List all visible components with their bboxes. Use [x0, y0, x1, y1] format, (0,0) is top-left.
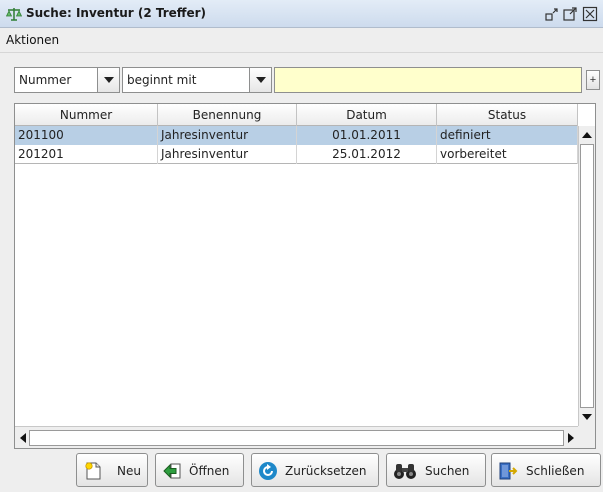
- arrow-up-icon: [582, 132, 592, 138]
- title-bar[interactable]: Suche: Inventur (2 Treffer): [0, 0, 603, 28]
- window-title: Suche: Inventur (2 Treffer): [26, 6, 207, 20]
- minimize-icon: [545, 8, 558, 21]
- maximize-icon: [563, 7, 577, 21]
- maximize-button[interactable]: [562, 6, 578, 22]
- chevron-down-icon: [104, 77, 114, 83]
- reset-button-label: Zurücksetzen: [285, 464, 367, 478]
- arrow-right-icon: [568, 433, 574, 443]
- menu-aktionen[interactable]: Aktionen: [6, 33, 59, 47]
- search-button-label: Suchen: [425, 464, 470, 478]
- binoculars-icon: [394, 464, 416, 479]
- exit-door-icon: [499, 462, 518, 480]
- cell-datum: 25.01.2012: [297, 145, 437, 164]
- menu-bar: Aktionen: [0, 29, 603, 53]
- table-row[interactable]: 201201 Jahresinventur 25.01.2012 vorbere…: [15, 145, 578, 164]
- new-button[interactable]: Neu: [76, 453, 148, 487]
- horizontal-scrollbar[interactable]: [15, 426, 578, 448]
- cell-status: definiert: [437, 126, 578, 145]
- cell-benennung: Jahresinventur: [158, 145, 297, 164]
- field-select[interactable]: Nummer: [14, 67, 120, 93]
- reset-icon: [259, 462, 277, 480]
- cell-benennung: Jahresinventur: [158, 126, 297, 145]
- results-table: Nummer Benennung Datum Status 201100 Jah…: [14, 103, 596, 449]
- scroll-up-button[interactable]: [579, 127, 595, 143]
- new-document-icon: [85, 462, 101, 480]
- table-header: Nummer Benennung Datum Status: [15, 104, 578, 126]
- search-button[interactable]: Suchen: [386, 453, 486, 487]
- column-header-benennung[interactable]: Benennung: [158, 104, 297, 126]
- horizontal-scroll-thumb[interactable]: [29, 430, 564, 446]
- cell-datum: 01.01.2011: [297, 126, 437, 145]
- new-button-label: Neu: [117, 464, 141, 478]
- search-window: Suche: Inventur (2 Treffer) Aktionen Num…: [0, 0, 603, 492]
- field-select-value: Nummer: [19, 73, 72, 87]
- scroll-down-button[interactable]: [579, 409, 595, 425]
- cell-status: vorbereitet: [437, 145, 578, 164]
- operator-select[interactable]: beginnt mit: [122, 67, 272, 93]
- close-window-button-label: Schließen: [526, 464, 585, 478]
- close-window-button[interactable]: Schließen: [491, 453, 601, 487]
- field-select-arrow[interactable]: [97, 68, 119, 92]
- cell-nummer: 201100: [15, 126, 158, 145]
- reset-button[interactable]: Zurücksetzen: [251, 453, 379, 487]
- open-arrow-icon: [163, 463, 181, 479]
- vertical-scroll-track[interactable]: [580, 144, 594, 408]
- operator-select-value: beginnt mit: [127, 73, 197, 87]
- table-row[interactable]: 201100 Jahresinventur 01.01.2011 definie…: [15, 126, 578, 145]
- scroll-right-button[interactable]: [563, 430, 579, 446]
- cell-nummer: 201201: [15, 145, 158, 164]
- chevron-down-icon: [256, 77, 266, 83]
- minimize-button[interactable]: [544, 6, 560, 22]
- operator-select-arrow[interactable]: [249, 68, 271, 92]
- scroll-corner: [578, 426, 595, 448]
- column-header-nummer[interactable]: Nummer: [15, 104, 158, 126]
- column-header-status[interactable]: Status: [437, 104, 578, 126]
- add-filter-button[interactable]: +: [586, 70, 600, 90]
- close-button[interactable]: [582, 6, 598, 22]
- open-button[interactable]: Öffnen: [155, 453, 244, 487]
- scales-icon: [6, 8, 22, 21]
- open-button-label: Öffnen: [189, 464, 230, 478]
- arrow-down-icon: [582, 414, 592, 420]
- close-icon: [582, 6, 598, 22]
- search-input[interactable]: [274, 67, 582, 93]
- column-header-datum[interactable]: Datum: [297, 104, 437, 126]
- vertical-scrollbar[interactable]: [578, 126, 595, 426]
